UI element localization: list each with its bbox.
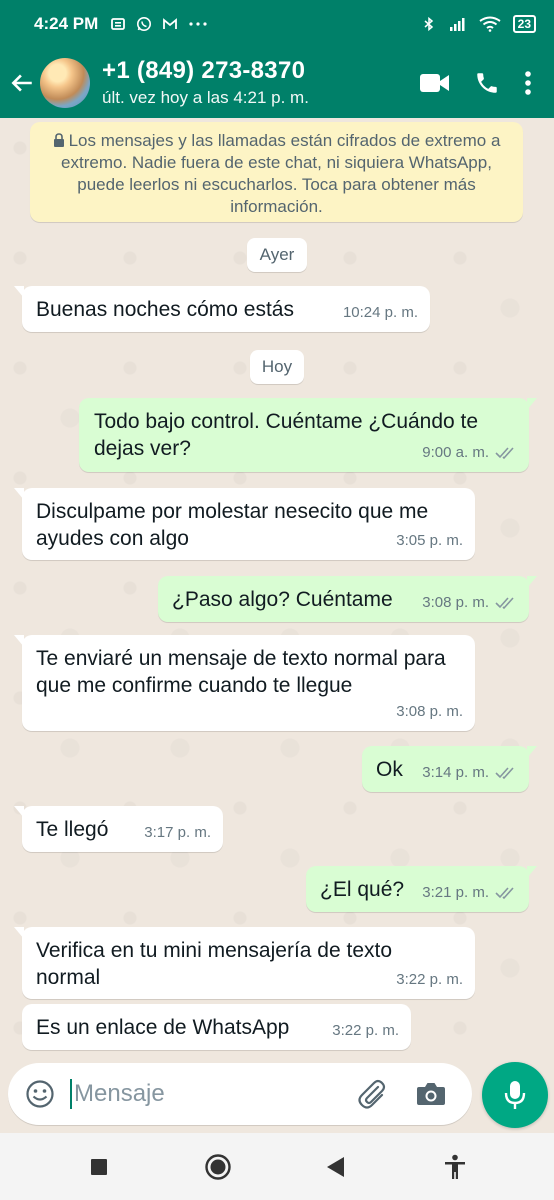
home-circle-icon bbox=[205, 1153, 231, 1180]
double-check-icon bbox=[495, 446, 514, 459]
more-dots-icon bbox=[189, 22, 207, 26]
double-check-icon bbox=[495, 766, 514, 779]
camera-button[interactable] bbox=[416, 1081, 446, 1107]
back-nav-button[interactable] bbox=[316, 1147, 356, 1187]
message-bubble-incoming[interactable]: Es un enlace de WhatsApp 3:22 p. m. bbox=[22, 1004, 411, 1050]
message-text: Te enviaré un mensaje de texto normal pa… bbox=[36, 647, 446, 697]
emoji-button[interactable] bbox=[18, 1072, 62, 1116]
menu-button[interactable] bbox=[524, 70, 532, 96]
square-icon bbox=[91, 1158, 108, 1175]
message-bubble-outgoing[interactable]: Todo bajo control. Cuéntame ¿Cuándo te d… bbox=[79, 398, 537, 472]
voice-call-button[interactable] bbox=[474, 70, 500, 96]
message-time: 3:08 p. m. bbox=[396, 703, 463, 720]
message-time: 3:14 p. m. bbox=[422, 764, 489, 781]
message-bubble-incoming[interactable]: Disculpame por molestar nesecito que me … bbox=[14, 488, 475, 560]
microphone-icon bbox=[504, 1081, 526, 1109]
paperclip-icon bbox=[358, 1079, 386, 1109]
message-time: 3:17 p. m. bbox=[144, 824, 211, 841]
status-time: 4:24 PM bbox=[34, 14, 99, 33]
message-bubble-incoming[interactable]: Te enviaré un mensaje de texto normal pa… bbox=[14, 635, 475, 731]
message-time: 10:24 p. m. bbox=[342, 304, 418, 321]
message-bubble-incoming[interactable]: Buenas noches cómo estás 10:24 p. m. bbox=[14, 286, 430, 332]
contact-name: +1 (849) 273-8370 bbox=[102, 57, 306, 84]
message-time: 9:00 a. m. bbox=[422, 444, 489, 461]
double-check-icon bbox=[495, 886, 514, 899]
lock-icon bbox=[53, 133, 64, 147]
triangle-back-icon bbox=[327, 1156, 345, 1177]
message-input[interactable] bbox=[70, 1079, 340, 1109]
message-bubble-outgoing[interactable]: Ok 3:14 p. m. bbox=[362, 746, 537, 792]
signal-icon bbox=[449, 18, 465, 31]
message-text: Es un enlace de WhatsApp bbox=[36, 1016, 290, 1039]
message-text: ¿Paso algo? Cuéntame bbox=[172, 588, 393, 611]
message-time: 3:21 p. m. bbox=[422, 884, 489, 901]
back-button[interactable] bbox=[2, 63, 42, 103]
bluetooth-icon bbox=[424, 16, 433, 32]
avatar[interactable] bbox=[40, 58, 90, 108]
message-time: 3:22 p. m. bbox=[396, 971, 463, 988]
message-time: 3:08 p. m. bbox=[422, 594, 489, 611]
voice-call-icon bbox=[477, 73, 497, 93]
encryption-notice[interactable]: Los mensajes y las llamadas están cifrad… bbox=[30, 122, 523, 222]
accessibility-button[interactable] bbox=[435, 1147, 475, 1187]
menu-icon bbox=[525, 71, 531, 95]
video-call-button[interactable] bbox=[420, 72, 450, 94]
gmail-icon bbox=[163, 18, 178, 29]
message-bubble-incoming[interactable]: Te llegó 3:17 p. m. bbox=[14, 806, 223, 852]
video-call-icon bbox=[420, 74, 449, 92]
chat-area[interactable]: Los mensajes y las llamadas están cifrad… bbox=[0, 118, 554, 1060]
message-bubble-outgoing[interactable]: ¿El qué? 3:21 p. m. bbox=[306, 866, 537, 912]
sim-card-icon bbox=[111, 18, 126, 30]
camera-icon bbox=[417, 1083, 445, 1105]
battery-icon: 23 bbox=[512, 15, 536, 33]
double-check-icon bbox=[495, 596, 514, 609]
message-text: Te llegó bbox=[36, 818, 109, 841]
chat-header: +1 (849) 273-8370 últ. vez hoy a las 4:2… bbox=[0, 48, 554, 118]
contact-info[interactable]: +1 (849) 273-8370 últ. vez hoy a las 4:2… bbox=[102, 57, 309, 109]
contact-last-seen: últ. vez hoy a las 4:21 p. m. bbox=[102, 88, 309, 107]
date-chip-today: Hoy bbox=[250, 350, 304, 384]
accessibility-icon bbox=[444, 1154, 465, 1179]
message-text: ¿El qué? bbox=[320, 878, 405, 901]
message-bubble-incoming[interactable]: Verifica en tu mini mensajería de texto … bbox=[14, 927, 475, 999]
status-bar: 4:24 PM 23 bbox=[0, 0, 554, 48]
home-button[interactable] bbox=[198, 1147, 238, 1187]
date-chip-yesterday: Ayer bbox=[247, 238, 307, 272]
emoji-icon bbox=[26, 1080, 54, 1108]
message-text: Ok bbox=[376, 758, 403, 781]
message-composer bbox=[8, 1063, 472, 1125]
recent-apps-button[interactable] bbox=[79, 1147, 119, 1187]
attach-button[interactable] bbox=[356, 1078, 388, 1110]
message-time: 3:05 p. m. bbox=[396, 532, 463, 549]
wifi-icon bbox=[479, 16, 501, 32]
message-time: 3:22 p. m. bbox=[332, 1022, 399, 1039]
message-bubble-outgoing[interactable]: ¿Paso algo? Cuéntame 3:08 p. m. bbox=[158, 576, 537, 622]
arrow-left-icon bbox=[11, 74, 32, 92]
voice-message-button[interactable] bbox=[482, 1062, 548, 1128]
whatsapp-icon bbox=[137, 17, 152, 31]
system-navigation-bar bbox=[0, 1133, 554, 1200]
encryption-notice-text: Los mensajes y las llamadas están cifrad… bbox=[61, 131, 501, 216]
